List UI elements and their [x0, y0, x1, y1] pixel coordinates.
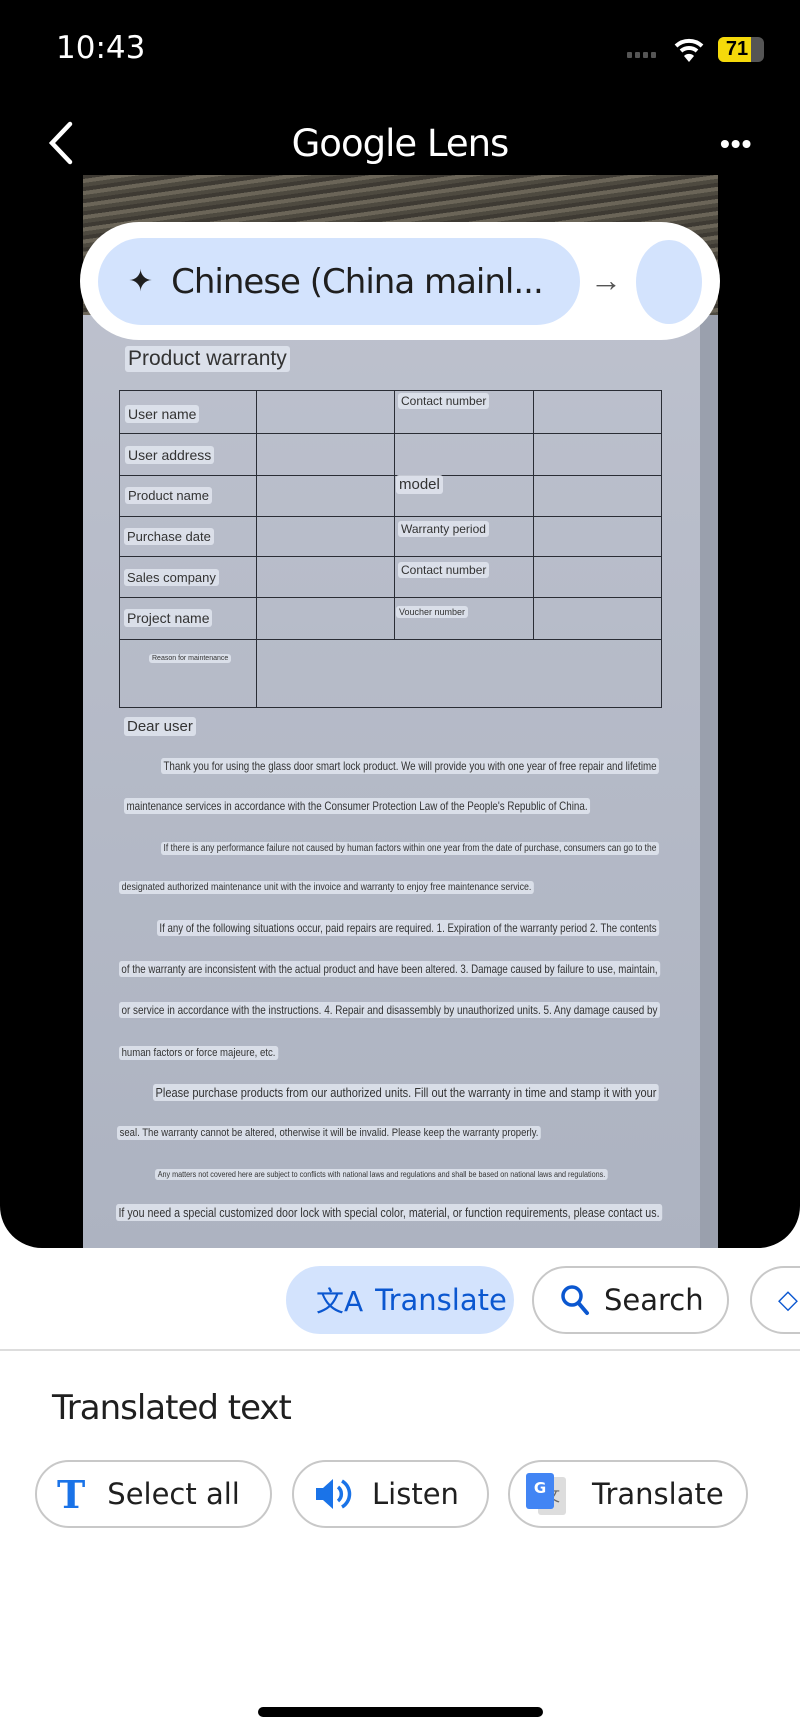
search-mode-chip[interactable]: Search	[532, 1266, 729, 1334]
select-all-button[interactable]: T Select all	[35, 1460, 272, 1528]
paper-edge	[700, 315, 718, 1248]
more-horizontal-icon[interactable]: •••	[720, 128, 752, 160]
source-language-button[interactable]: ✦ Chinese (China mainl...	[98, 238, 580, 325]
home-indicator[interactable]	[258, 1707, 543, 1717]
table-label[interactable]: Warranty period	[398, 521, 489, 537]
table-label[interactable]: User name	[125, 405, 200, 423]
listen-button[interactable]: Listen	[292, 1460, 489, 1528]
camera-view: 10:43 71 Google Lens ••• Product warrant…	[0, 0, 800, 1248]
greeting[interactable]: Dear user	[124, 717, 196, 736]
open-translate-button[interactable]: 文 G Translate	[508, 1460, 748, 1528]
results-heading: Translated text	[52, 1388, 292, 1428]
text-line[interactable]: designated authorized maintenance unit w…	[119, 881, 534, 894]
table-label[interactable]: model	[396, 475, 443, 494]
table-label[interactable]: Reason for maintenance	[149, 654, 232, 663]
chip-label: Translate	[375, 1283, 507, 1317]
text-line[interactable]: maintenance services in accordance with …	[124, 798, 590, 814]
sparkle-icon: ✦	[128, 265, 154, 298]
translate-mode-chip[interactable]: 文A Translate	[286, 1266, 514, 1334]
wifi-icon	[674, 38, 704, 62]
app-title: Google Lens	[291, 122, 510, 165]
battery-indicator: 71	[718, 37, 764, 62]
button-label: Listen	[372, 1477, 459, 1511]
homework-mode-chip[interactable]: ◇	[750, 1266, 800, 1334]
text-line[interactable]: Please purchase products from our author…	[153, 1084, 659, 1101]
text-line[interactable]: seal. The warranty cannot be altered, ot…	[117, 1126, 541, 1140]
text-line[interactable]: If there is any performance failure not …	[161, 842, 659, 855]
search-icon	[561, 1285, 589, 1315]
status-time: 10:43	[56, 30, 146, 66]
text-line[interactable]: If any of the following situations occur…	[157, 920, 659, 936]
google-translate-icon: 文 G	[524, 1471, 570, 1517]
table-label[interactable]: Voucher number	[396, 606, 469, 618]
text-line[interactable]: or service in accordance with the instru…	[119, 1002, 660, 1018]
speaker-icon	[316, 1479, 352, 1509]
text-line[interactable]: Any matters not covered here are subject…	[155, 1169, 608, 1180]
table-label[interactable]: Project name	[124, 609, 213, 627]
chip-label: Search	[604, 1283, 704, 1317]
text-line[interactable]: If you need a special customized door lo…	[116, 1204, 662, 1221]
battery-level: 71	[725, 38, 749, 60]
table-label[interactable]: User address	[125, 446, 215, 464]
text-line[interactable]: of the warranty are inconsistent with th…	[119, 961, 660, 977]
source-language-label: Chinese (China mainl...	[171, 261, 544, 302]
table-label[interactable]: Sales company	[124, 569, 219, 586]
button-label: Select all	[107, 1477, 240, 1511]
button-label: Translate	[592, 1477, 724, 1511]
text-line[interactable]: human factors or force majeure, etc.	[119, 1046, 278, 1060]
table-label[interactable]: Contact number	[398, 393, 490, 409]
table-label[interactable]: Contact number	[398, 562, 490, 578]
translate-icon: 文A	[316, 1285, 364, 1318]
divider	[0, 1349, 800, 1351]
table-label[interactable]: Purchase date	[124, 528, 214, 545]
text-select-icon: T	[57, 1471, 86, 1517]
arrow-right-icon: →	[590, 262, 622, 298]
homework-icon: ◇	[778, 1285, 798, 1315]
doc-title[interactable]: Product warranty	[125, 346, 290, 372]
table-label[interactable]: Product name	[125, 487, 212, 504]
target-language-button[interactable]	[636, 240, 702, 324]
signal-icon	[627, 52, 656, 58]
text-line[interactable]: Thank you for using the glass door smart…	[161, 758, 659, 774]
